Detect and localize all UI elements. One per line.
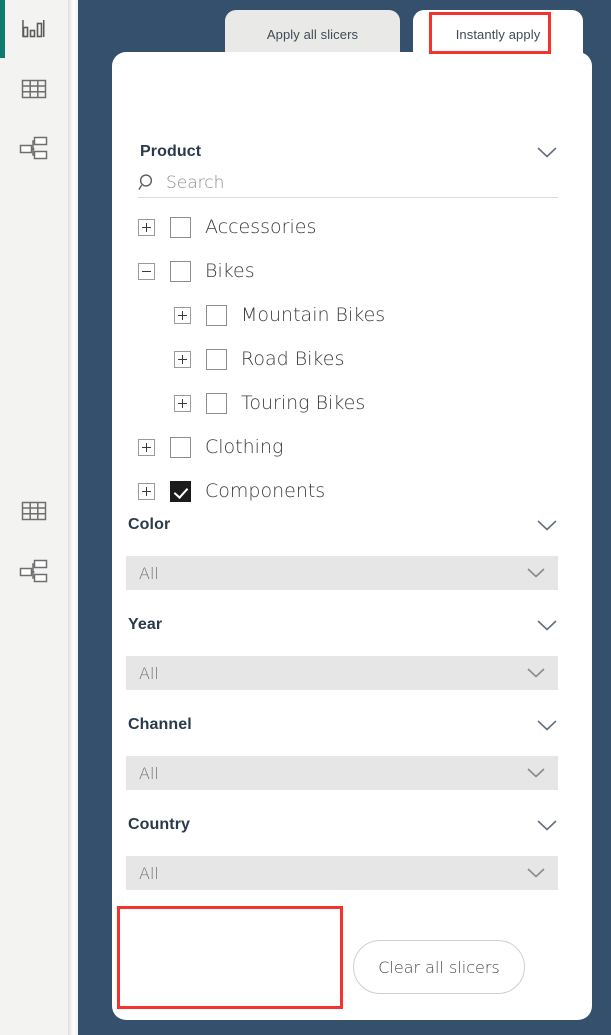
expand-plus-icon[interactable]	[174, 350, 191, 368]
tree-row[interactable]: Accessories	[138, 205, 558, 249]
chevron-down-icon[interactable]	[536, 819, 558, 832]
search-placeholder: Search	[166, 172, 225, 193]
search-icon	[138, 173, 157, 192]
slicer-dropdown-year[interactable]: All	[126, 656, 558, 690]
dropdown-value: All	[139, 563, 159, 583]
chevron-down-icon[interactable]	[526, 767, 546, 779]
rail-item-model-view-secondary[interactable]	[0, 548, 68, 594]
tab-apply-all-slicers[interactable]: Apply all slicers	[225, 10, 400, 58]
clear-all-slicers-button[interactable]: Clear all slicers	[353, 940, 525, 994]
tree-row[interactable]: Clothing	[138, 425, 558, 469]
chevron-down-icon[interactable]	[536, 146, 558, 159]
tree-item-label: Touring Bikes	[241, 392, 366, 414]
tab-instantly-apply[interactable]: Instantly apply	[413, 10, 583, 58]
chevron-down-icon[interactable]	[526, 667, 546, 679]
slicer-header-country[interactable]: Country	[128, 814, 558, 836]
slicer-header-color[interactable]: Color	[128, 514, 558, 536]
checkbox[interactable]	[206, 304, 227, 326]
product-tree: Accessories Bikes Mountain Bikes Road Bi…	[138, 205, 558, 513]
table-data-icon	[20, 499, 48, 523]
power-bi-slicer-panel: Apply all slicers Instantly apply Produc…	[0, 0, 611, 1035]
tree-item-label: Accessories	[205, 216, 317, 238]
tree-item-label: Road Bikes	[241, 348, 345, 370]
expand-plus-icon[interactable]	[174, 394, 191, 412]
dropdown-value: All	[139, 863, 159, 883]
tree-item-label: Mountain Bikes	[241, 304, 386, 326]
expand-plus-icon[interactable]	[138, 482, 155, 500]
tree-row[interactable]: Bikes	[138, 249, 558, 293]
slicer-header-channel[interactable]: Channel	[128, 714, 558, 736]
checkbox[interactable]	[206, 392, 227, 414]
expand-plus-icon[interactable]	[138, 438, 155, 456]
dropdown-value: All	[139, 763, 159, 783]
checkbox-checked[interactable]	[170, 480, 191, 502]
tree-item-label: Components	[205, 480, 326, 502]
chevron-down-icon[interactable]	[526, 867, 546, 879]
tree-row[interactable]: Components	[138, 469, 558, 513]
slicer-title: Channel	[128, 716, 192, 733]
chevron-down-icon[interactable]	[536, 719, 558, 732]
chevron-down-icon[interactable]	[526, 567, 546, 579]
tab-label: Apply all slicers	[266, 26, 359, 42]
dropdown-value: All	[139, 663, 159, 683]
tree-row[interactable]: Road Bikes	[138, 337, 558, 381]
left-rail	[0, 0, 68, 1035]
rail-divider	[68, 0, 78, 1035]
slicer-title: Product	[140, 143, 202, 160]
slicer-title: Color	[128, 516, 171, 533]
tree-row[interactable]: Touring Bikes	[138, 381, 558, 425]
slicer-header-product[interactable]: Product	[140, 140, 558, 164]
checkbox[interactable]	[206, 348, 227, 370]
slicer-dropdown-color[interactable]: All	[126, 556, 558, 590]
slicer-title: Year	[128, 616, 163, 633]
tree-row[interactable]: Mountain Bikes	[138, 293, 558, 337]
slicer-title: Country	[128, 816, 191, 833]
chevron-down-icon[interactable]	[536, 519, 558, 532]
tab-strip: Apply all slicers Instantly apply	[0, 0, 611, 60]
model-relationships-icon	[19, 135, 49, 161]
clear-all-slicers-label: Clear all slicers	[378, 957, 500, 977]
rail-item-data-view-secondary[interactable]	[0, 488, 68, 534]
table-data-icon	[20, 77, 48, 101]
slicer-dropdown-channel[interactable]: All	[126, 756, 558, 790]
collapse-minus-icon[interactable]	[138, 262, 155, 280]
tree-item-label: Clothing	[205, 436, 284, 458]
tab-label: Instantly apply	[455, 26, 541, 42]
slicer-dropdown-country[interactable]: All	[126, 856, 558, 890]
chevron-down-icon[interactable]	[536, 619, 558, 632]
rail-item-data-view[interactable]	[0, 66, 68, 112]
slicer-header-year[interactable]: Year	[128, 614, 558, 636]
checkbox[interactable]	[170, 436, 191, 458]
product-search-box[interactable]: Search	[138, 168, 558, 198]
checkbox[interactable]	[170, 216, 191, 238]
rail-item-model-view[interactable]	[0, 125, 68, 171]
model-relationships-icon	[19, 558, 49, 584]
active-tab-card-join	[413, 52, 583, 70]
expand-plus-icon[interactable]	[138, 218, 155, 236]
checkbox[interactable]	[170, 260, 191, 282]
tree-item-label: Bikes	[205, 260, 255, 282]
expand-plus-icon[interactable]	[174, 306, 191, 324]
